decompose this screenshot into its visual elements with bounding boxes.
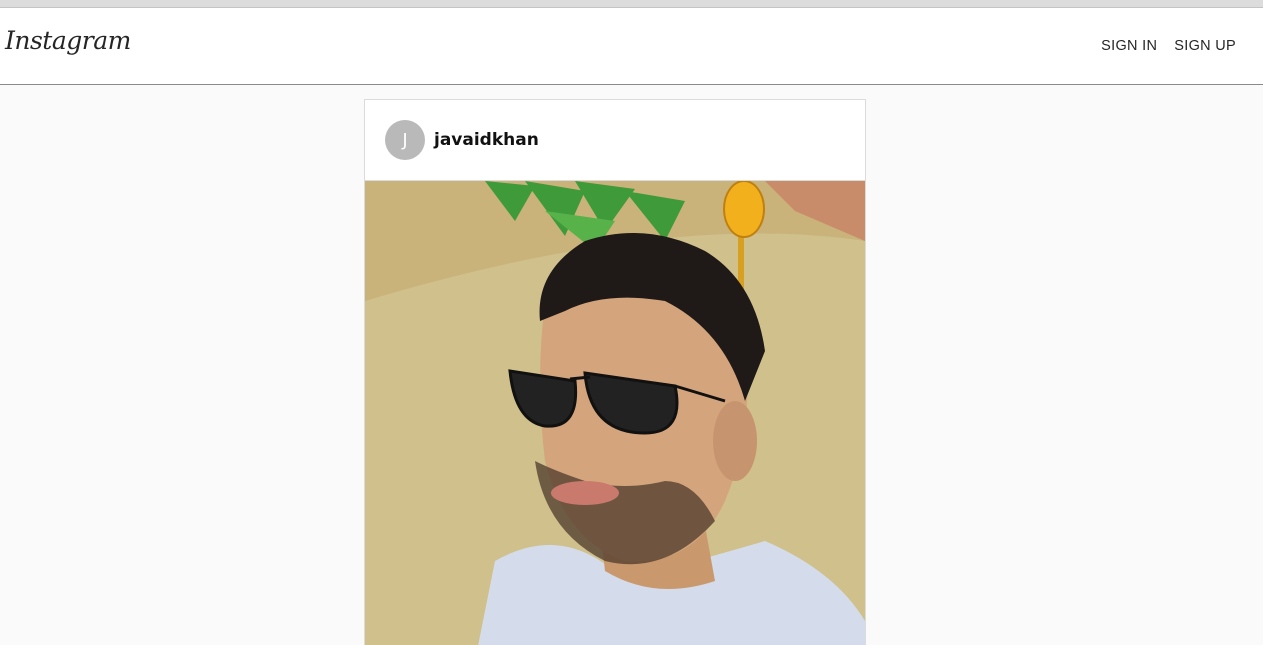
selfie-photo-illustration	[365, 181, 865, 645]
instagram-logo[interactable]: Instagram	[5, 26, 131, 55]
post-header: J javaidkhan	[365, 100, 865, 181]
avatar[interactable]: J	[385, 120, 425, 160]
browser-top-strip	[0, 0, 1263, 8]
top-header: Instagram SIGN IN SIGN UP	[0, 8, 1263, 85]
sign-in-link[interactable]: SIGN IN	[1101, 38, 1157, 54]
post-username[interactable]: javaidkhan	[434, 130, 539, 150]
post-card: J javaidkhan	[364, 99, 866, 645]
post-photo[interactable]	[365, 181, 865, 645]
header-nav: SIGN IN SIGN UP	[1101, 38, 1236, 54]
sign-up-link[interactable]: SIGN UP	[1174, 38, 1236, 54]
